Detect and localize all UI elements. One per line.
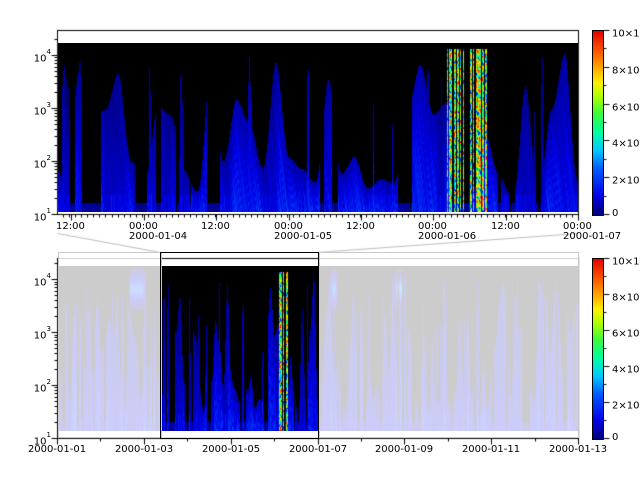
colorbar-tick-label: 0 — [612, 209, 618, 219]
top-x-tick-label: 00:002000-01-07 — [563, 222, 621, 242]
colorbar-tick-label: 8×107 — [612, 62, 640, 76]
top-x-tick-label: 00:002000-01-04 — [129, 222, 187, 242]
colorbar-tick-label: 8×107 — [612, 289, 640, 303]
y-tick-label: 104 — [17, 50, 51, 64]
y-tick-label: 101 — [17, 433, 51, 447]
colorbar-tick-label: 6×107 — [612, 99, 640, 113]
bottom-x-tick-label: 2000-01-07 — [281, 445, 355, 455]
top-x-tick-label: 00:002000-01-05 — [274, 222, 332, 242]
y-tick-label: 103 — [17, 327, 51, 341]
top-x-tick-label: 12:00 — [491, 222, 520, 232]
spectrogram-figure: 12:00 00:002000-01-04 12:00 00:002000-01-05… — [0, 0, 640, 480]
bottom-x-tick-label: 2000-01-03 — [107, 445, 181, 455]
top-x-tick-label: 12:00 — [346, 222, 375, 232]
colorbar-bottom[interactable] — [592, 258, 604, 440]
colorbar-tick-label: 2×107 — [612, 397, 640, 411]
colorbar-tick-label: 2×107 — [612, 172, 640, 186]
colorbar-tick-label: 0 — [612, 433, 618, 443]
faded-region-right — [319, 252, 579, 438]
bottom-x-tick-label: 2000-01-11 — [454, 445, 528, 455]
y-tick-label: 103 — [17, 103, 51, 117]
colorbar-top[interactable] — [592, 30, 604, 216]
zoom-spectrogram-plot[interactable] — [58, 43, 578, 212]
colorbar-tick-label: 4×107 — [612, 135, 640, 149]
bottom-x-tick-label: 2000-01-13 — [541, 445, 615, 455]
colorbar-tick-label: 10×107 — [612, 25, 640, 39]
top-x-tick-label: 12:00 — [56, 222, 85, 232]
y-tick-label: 104 — [17, 274, 51, 288]
top-x-tick-label: 00:002000-01-06 — [418, 222, 476, 242]
y-tick-label: 101 — [17, 209, 51, 223]
colorbar-tick-label: 4×107 — [612, 361, 640, 375]
bottom-x-tick-label: 2000-01-05 — [194, 445, 268, 455]
faded-region-left — [58, 252, 162, 438]
colorbar-tick-label: 6×107 — [612, 325, 640, 339]
top-x-tick-label: 12:00 — [201, 222, 230, 232]
y-tick-label: 102 — [17, 380, 51, 394]
bottom-x-tick-label: 2000-01-09 — [367, 445, 441, 455]
colorbar-tick-label: 10×107 — [612, 253, 640, 267]
y-tick-label: 102 — [17, 156, 51, 170]
zoom-region-selector[interactable] — [160, 252, 319, 439]
